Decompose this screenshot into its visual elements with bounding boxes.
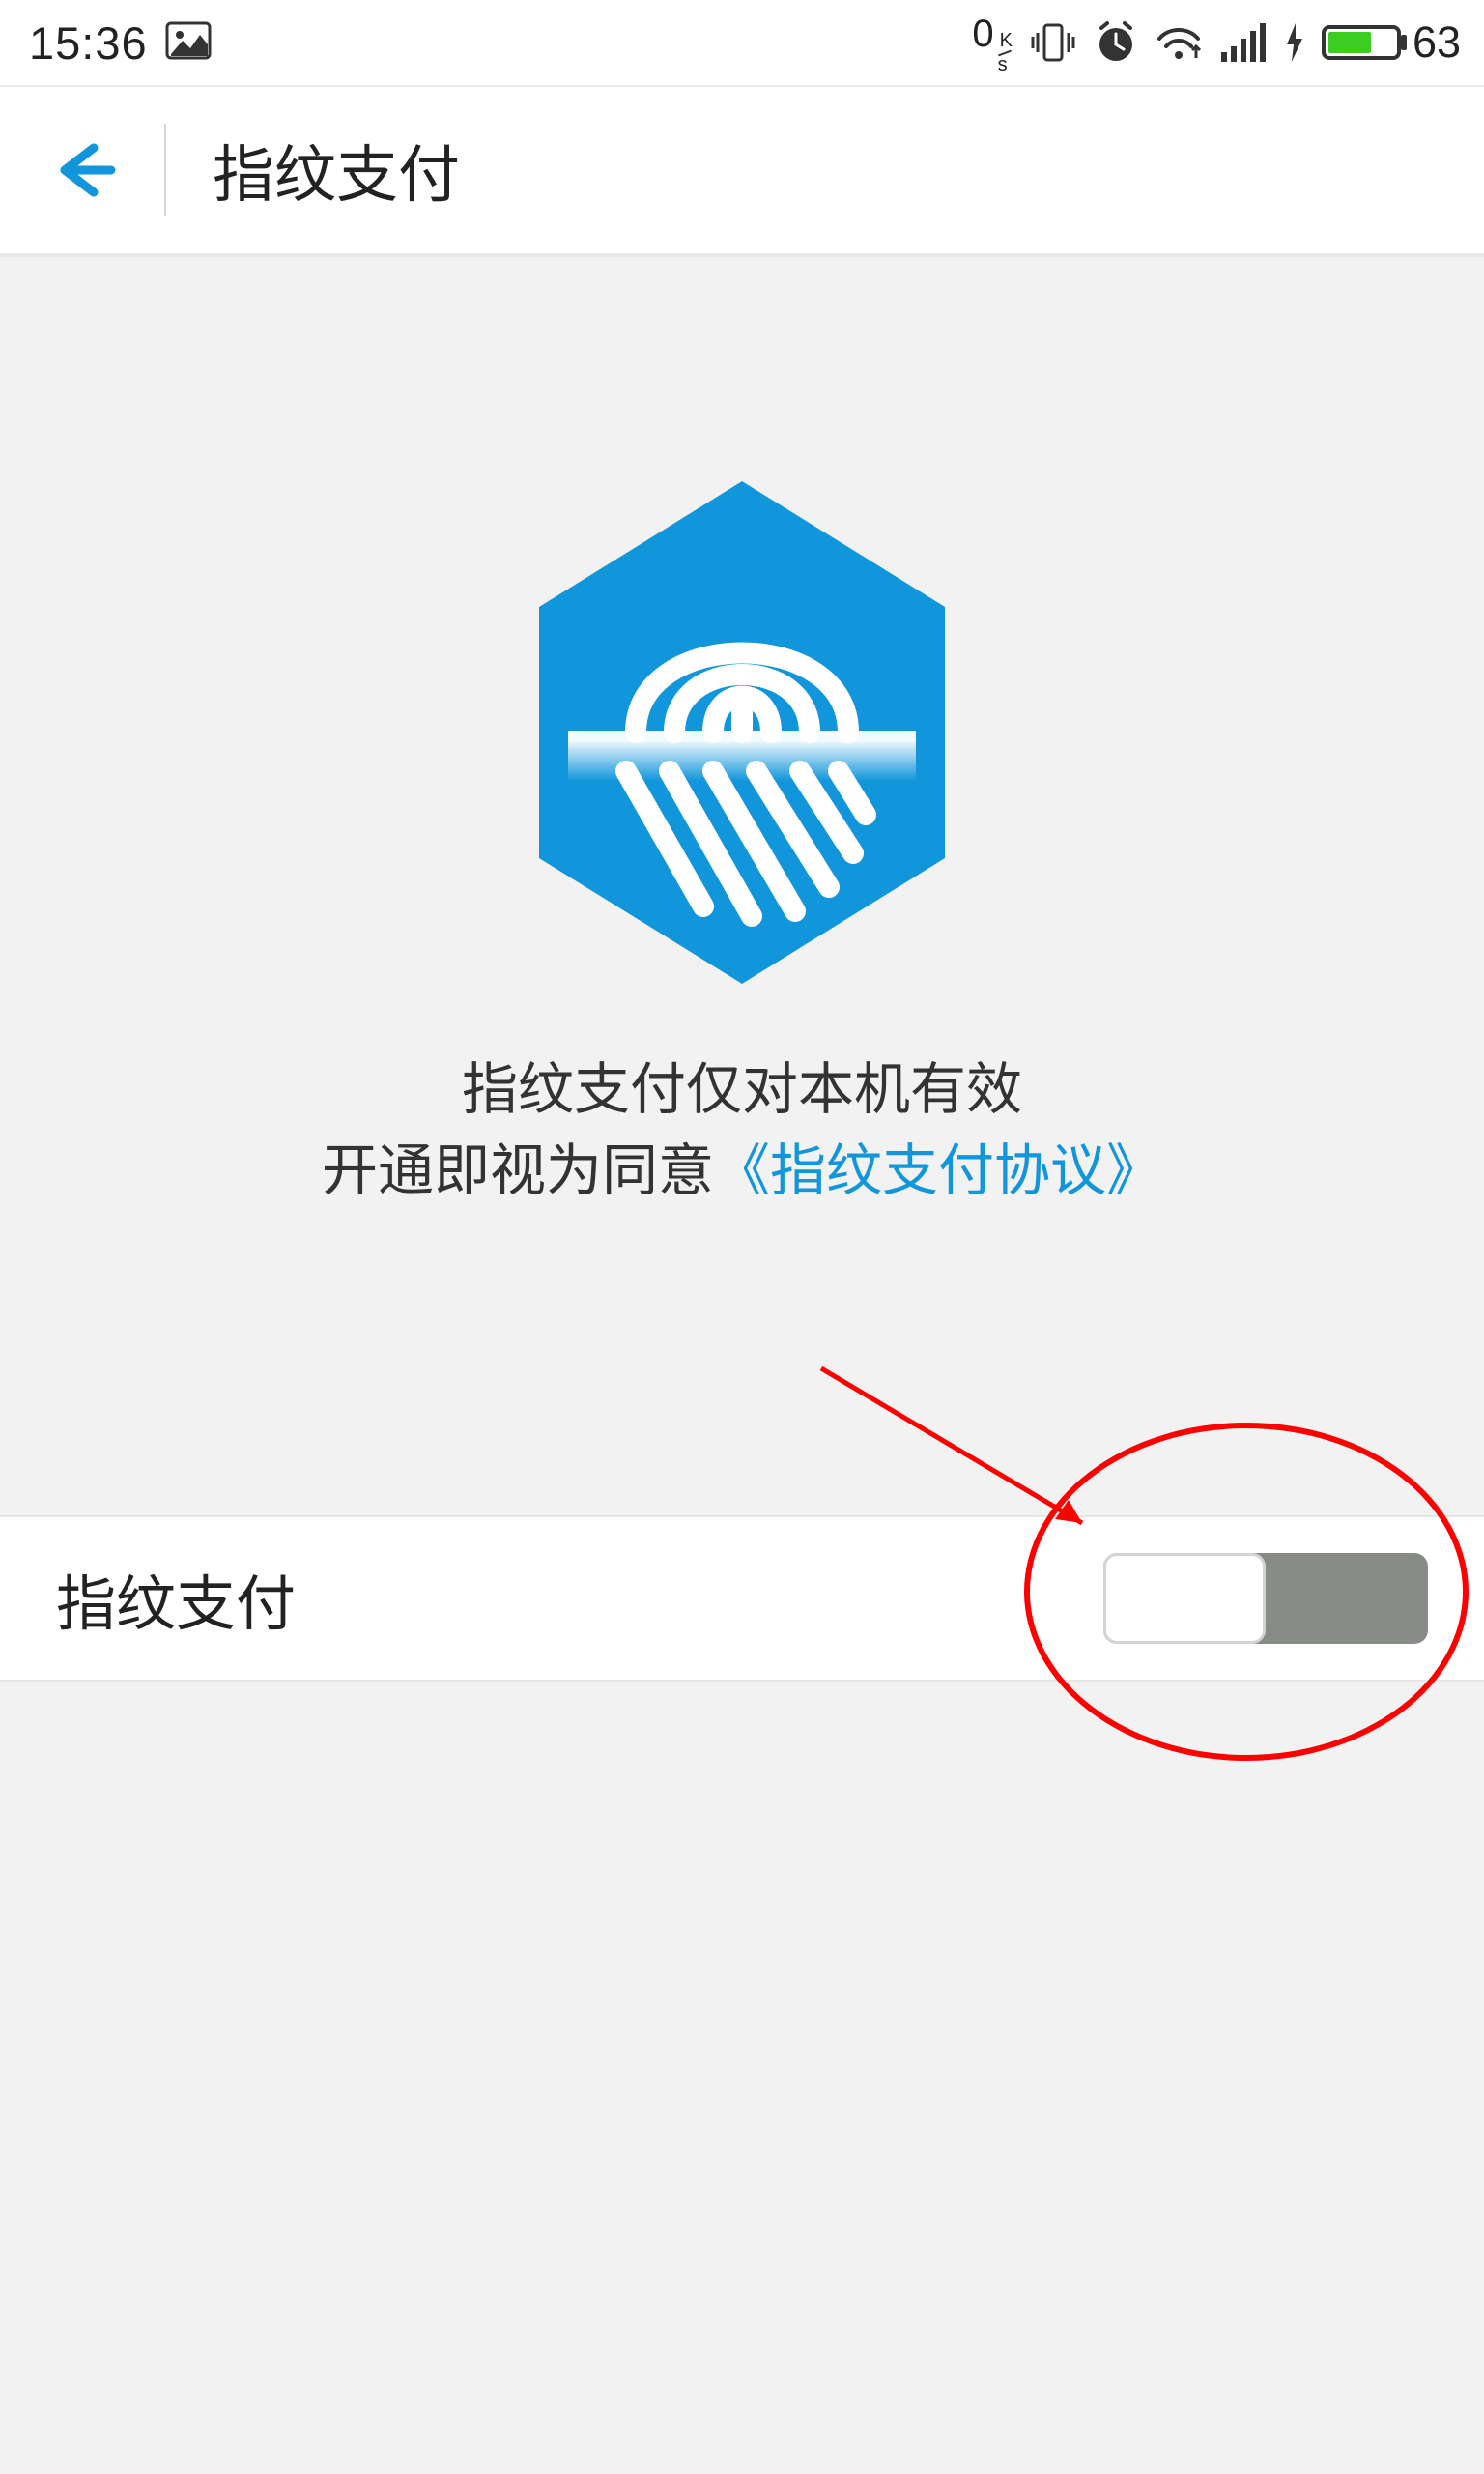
wifi-icon (1154, 21, 1204, 64)
status-time: 15:36 (29, 16, 148, 70)
agreement-link[interactable]: 《指纹支付协议》 (714, 1139, 1162, 1202)
status-bar: 15:36 0 K s (0, 0, 1484, 85)
hero-line2-prefix: 开通即视为同意 (322, 1139, 714, 1202)
alarm-icon (1094, 20, 1138, 65)
screen: 15:36 0 K s (0, 0, 1484, 2474)
header-separator (164, 124, 166, 216)
status-right: 0 K s (972, 13, 1461, 73)
row-label: 指纹支付 (56, 1555, 296, 1642)
battery-icon: 63 (1322, 17, 1461, 68)
signal-icon (1219, 21, 1268, 64)
app-header: 指纹支付 (0, 87, 1484, 253)
page-title: 指纹支付 (213, 126, 460, 215)
net-speed: 0 K s (972, 13, 1013, 73)
vibrate-icon (1028, 21, 1078, 64)
status-left: 15:36 (29, 16, 212, 70)
toggle-knob (1103, 1553, 1266, 1644)
charging-icon (1283, 21, 1306, 64)
hero-line1: 指纹支付仅对本机有效 (322, 1050, 1162, 1131)
back-button[interactable] (0, 87, 164, 253)
fingerprint-pay-row: 指纹支付 (0, 1515, 1484, 1682)
fingerprint-pay-toggle[interactable] (1103, 1553, 1428, 1644)
hero-section: 指纹支付仅对本机有效 开通即视为同意《指纹支付协议》 (0, 257, 1484, 1515)
fingerprint-hexagon-icon (510, 472, 974, 993)
battery-value: 63 (1413, 17, 1461, 68)
arrow-left-icon (43, 136, 121, 204)
hero-description: 指纹支付仅对本机有效 开通即视为同意《指纹支付协议》 (322, 1050, 1162, 1212)
image-icon (165, 21, 212, 65)
